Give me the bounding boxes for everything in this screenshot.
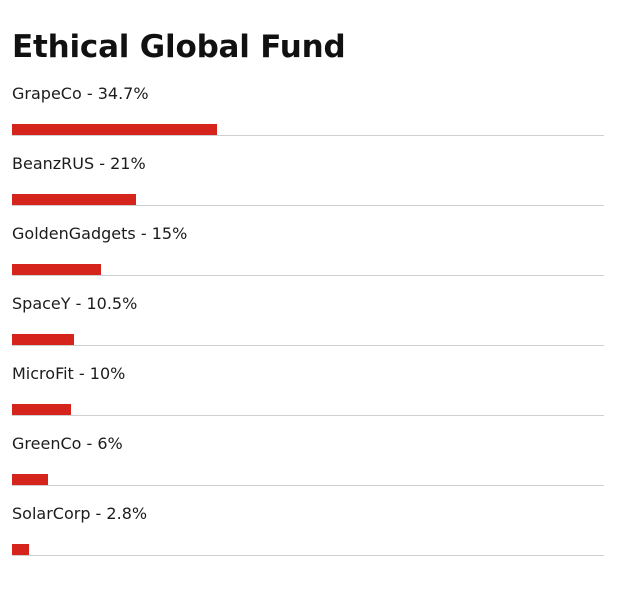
holding-percent: 34.7%	[97, 84, 149, 103]
holding-label: SolarCorp - 2.8%	[12, 504, 148, 523]
holding-label: GoldenGadgets - 15%	[12, 224, 188, 243]
holding-name: SolarCorp	[12, 504, 91, 523]
holding-bar	[12, 124, 217, 135]
holding-percent: 15%	[151, 224, 188, 243]
holding-bar	[12, 264, 101, 275]
holding-label: SpaceY - 10.5%	[12, 294, 138, 313]
holding-name: SpaceY	[12, 294, 71, 313]
holding-name: BeanzRUS	[12, 154, 95, 173]
holding-bar	[12, 544, 29, 555]
holding-percent: 2.8%	[106, 504, 148, 523]
holding-row: GreenCo - 6%	[12, 416, 604, 486]
holding-name: GreenCo	[12, 434, 82, 453]
holding-row: BeanzRUS - 21%	[12, 136, 604, 206]
fund-page: Ethical Global Fund GrapeCo - 34.7% Bean…	[12, 0, 604, 556]
holding-row: SolarCorp - 2.8%	[12, 486, 604, 556]
holding-label: MicroFit - 10%	[12, 364, 126, 383]
page-title: Ethical Global Fund	[12, 29, 346, 65]
holding-name: GoldenGadgets	[12, 224, 136, 243]
holding-percent: 6%	[97, 434, 123, 453]
holding-label: GrapeCo - 34.7%	[12, 84, 149, 103]
holding-bar	[12, 404, 71, 415]
holding-percent: 21%	[110, 154, 146, 173]
holding-row: GrapeCo - 34.7%	[12, 84, 604, 136]
holding-row: GoldenGadgets - 15%	[12, 206, 604, 276]
holding-bar	[12, 334, 74, 345]
holding-percent: 10.5%	[86, 294, 138, 313]
holdings-list: GrapeCo - 34.7% BeanzRUS - 21% GoldenGad…	[12, 84, 604, 556]
holding-bar	[12, 194, 136, 205]
holding-label: GreenCo - 6%	[12, 434, 123, 453]
holding-name: GrapeCo	[12, 84, 82, 103]
holding-row: MicroFit - 10%	[12, 346, 604, 416]
holding-name: MicroFit	[12, 364, 74, 383]
holding-label: BeanzRUS - 21%	[12, 154, 146, 173]
holding-bar	[12, 474, 48, 485]
holding-row: SpaceY - 10.5%	[12, 276, 604, 346]
holding-percent: 10%	[89, 364, 126, 383]
